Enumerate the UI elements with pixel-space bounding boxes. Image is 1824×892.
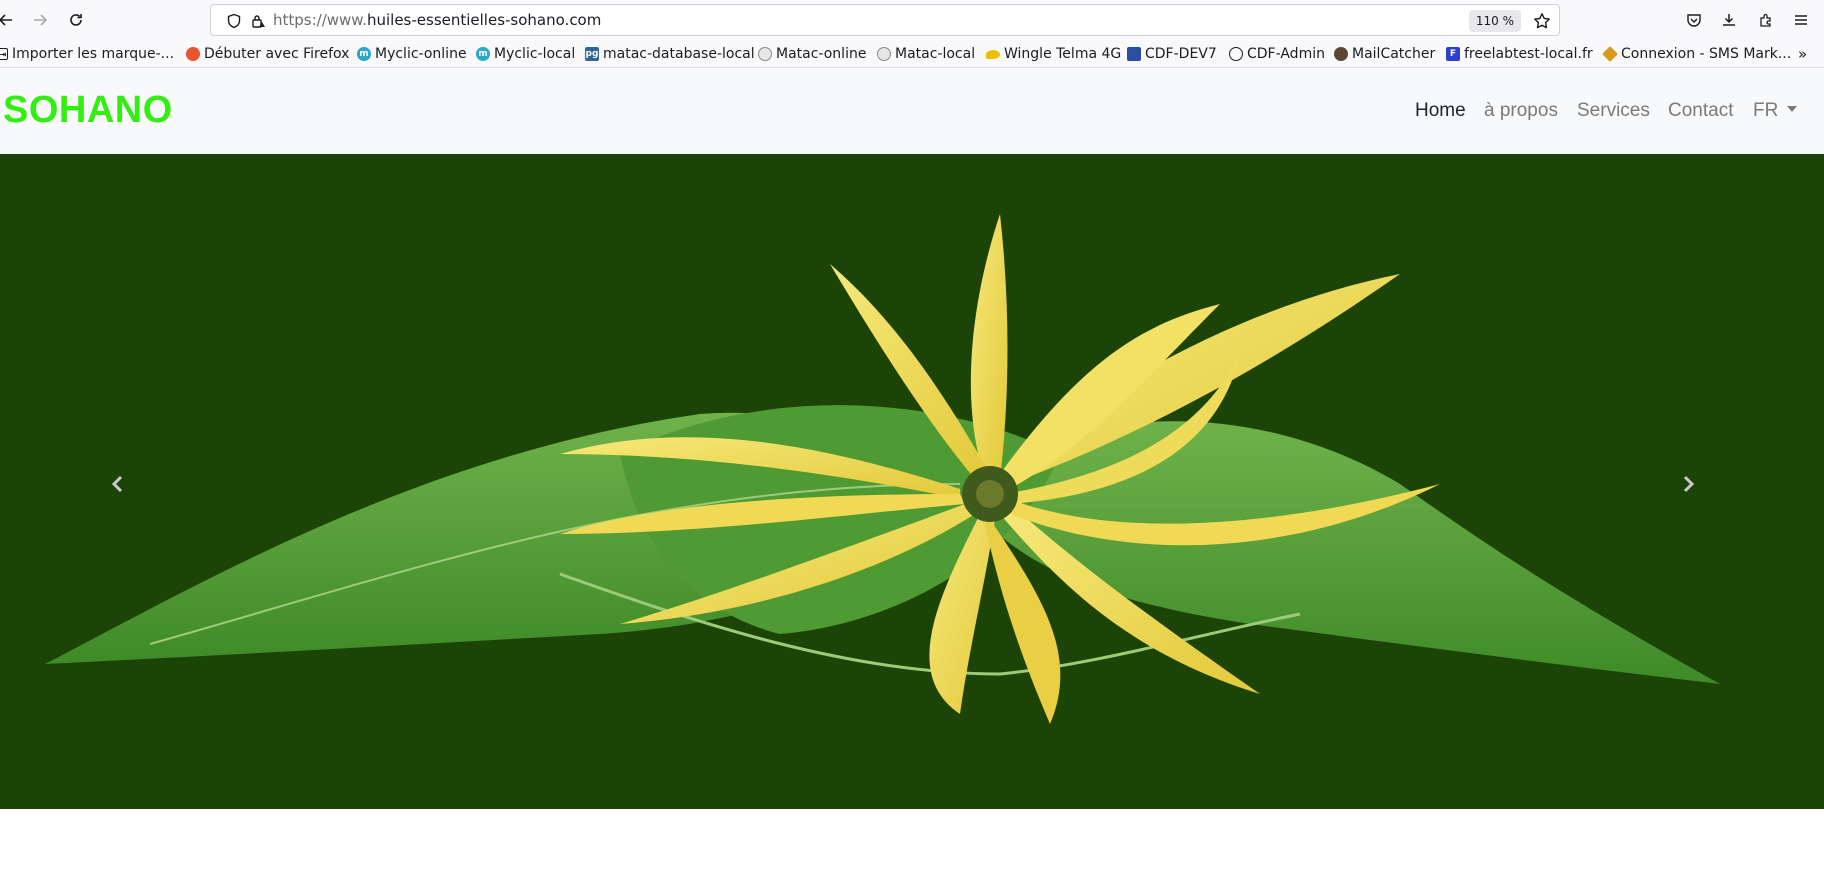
- zoom-badge[interactable]: 110 %: [1468, 10, 1521, 32]
- reload-icon: [70, 14, 82, 26]
- nav-contact[interactable]: Contact: [1668, 100, 1733, 122]
- caret-down-icon: [1787, 106, 1798, 112]
- url-text[interactable]: https://www.huiles-essentielles-sohano.c…: [273, 11, 601, 29]
- bookmark-label: matac-database-local: [603, 46, 755, 62]
- carousel-prev-button[interactable]: [98, 454, 138, 514]
- bookmarks-overflow-button[interactable]: »: [1798, 44, 1807, 64]
- chevron-left-icon: [111, 475, 123, 493]
- bookmark-label: Connexion - SMS Mark...: [1621, 46, 1792, 62]
- url-domain: huiles-essentielles-sohano.com: [366, 11, 602, 29]
- globe-circle-icon: [758, 47, 772, 61]
- double-chevron-right-icon: »: [1798, 45, 1808, 63]
- globe-icon: [1229, 47, 1243, 61]
- bookmark-item[interactable]: CDF-Admin: [1229, 44, 1325, 64]
- nav-about[interactable]: à propos: [1484, 100, 1558, 122]
- bookmarks-bar: ⇥ Importer les marque-... Débuter avec F…: [0, 40, 1824, 68]
- bookmark-item[interactable]: F freelabtest-local.fr: [1446, 44, 1593, 64]
- bookmark-item[interactable]: CDF-DEV7: [1127, 44, 1217, 64]
- download-icon[interactable]: [1717, 8, 1741, 32]
- site-navbar: SOHANO Home à propos Services Contact FR: [0, 69, 1824, 154]
- bookmark-item[interactable]: ⇥ Importer les marque-...: [0, 44, 174, 64]
- bookmark-label: CDF-Admin: [1247, 46, 1325, 62]
- myclic-icon: m: [357, 47, 371, 61]
- bookmark-label: Matac-local: [895, 46, 976, 62]
- bookmark-item[interactable]: MailCatcher: [1334, 44, 1435, 64]
- bookmark-label: MailCatcher: [1352, 46, 1436, 62]
- mailcatcher-icon: [1334, 47, 1348, 61]
- hero-carousel: [0, 154, 1824, 809]
- nav-services[interactable]: Services: [1577, 100, 1650, 122]
- forward-button[interactable]: [28, 8, 52, 32]
- bookmark-item[interactable]: m Myclic-online: [357, 44, 467, 64]
- nav-home[interactable]: Home: [1415, 100, 1466, 122]
- bookmark-item[interactable]: pg matac-database-local: [585, 44, 755, 64]
- bookmark-item[interactable]: Matac-online: [758, 44, 866, 64]
- chevron-right-icon: [1683, 475, 1695, 493]
- arrow-right-icon: [34, 14, 48, 26]
- site-brand[interactable]: SOHANO: [3, 89, 173, 132]
- bookmark-item[interactable]: m Myclic-local: [476, 44, 575, 64]
- shield-icon[interactable]: [225, 12, 243, 30]
- firefox-icon: [186, 47, 200, 61]
- bookmark-label: freelabtest-local.fr: [1464, 46, 1593, 62]
- carousel-flower-image: [45, 214, 1720, 724]
- pg-icon: pg: [585, 47, 599, 61]
- bookmark-label: Importer les marque-...: [12, 46, 175, 62]
- lock-icon[interactable]: [249, 12, 267, 30]
- url-protocol: https://www.: [273, 11, 367, 29]
- bookmark-label: Myclic-online: [375, 46, 467, 62]
- bookmark-label: Débuter avec Firefox: [204, 46, 350, 62]
- extensions-icon[interactable]: [1754, 8, 1778, 32]
- globe-circle-icon: [877, 47, 891, 61]
- bookmark-item[interactable]: Débuter avec Firefox: [186, 44, 349, 64]
- language-dropdown[interactable]: FR: [1753, 100, 1798, 122]
- url-bar[interactable]: https://www.huiles-essentielles-sohano.c…: [210, 4, 1560, 36]
- browser-toolbar: https://www.huiles-essentielles-sohano.c…: [0, 0, 1824, 40]
- bookmark-item[interactable]: Wingle Telma 4G: [986, 44, 1121, 64]
- diamond-icon: [1602, 46, 1618, 62]
- myclic-icon: m: [476, 47, 490, 61]
- arrow-left-icon: [0, 14, 12, 26]
- menu-icon[interactable]: [1789, 8, 1813, 32]
- bookmark-label: CDF-DEV7: [1145, 46, 1217, 62]
- bookmark-star-icon[interactable]: [1533, 12, 1551, 30]
- pocket-icon[interactable]: [1682, 8, 1706, 32]
- carousel-next-button[interactable]: [1668, 454, 1708, 514]
- bookmark-label: Matac-online: [776, 46, 867, 62]
- bookmark-item[interactable]: Connexion - SMS Mark...: [1602, 44, 1792, 64]
- reload-button[interactable]: [64, 8, 88, 32]
- bookmark-label: Myclic-local: [494, 46, 576, 62]
- bookmark-item[interactable]: Matac-local: [877, 44, 975, 64]
- back-button[interactable]: [0, 8, 18, 32]
- bookmark-label: Wingle Telma 4G: [1004, 46, 1122, 62]
- language-label: FR: [1753, 100, 1779, 121]
- f-icon: F: [1446, 47, 1460, 61]
- import-icon: ⇥: [0, 48, 8, 60]
- wingle-icon: [986, 49, 1000, 59]
- cdf-icon: [1127, 47, 1141, 61]
